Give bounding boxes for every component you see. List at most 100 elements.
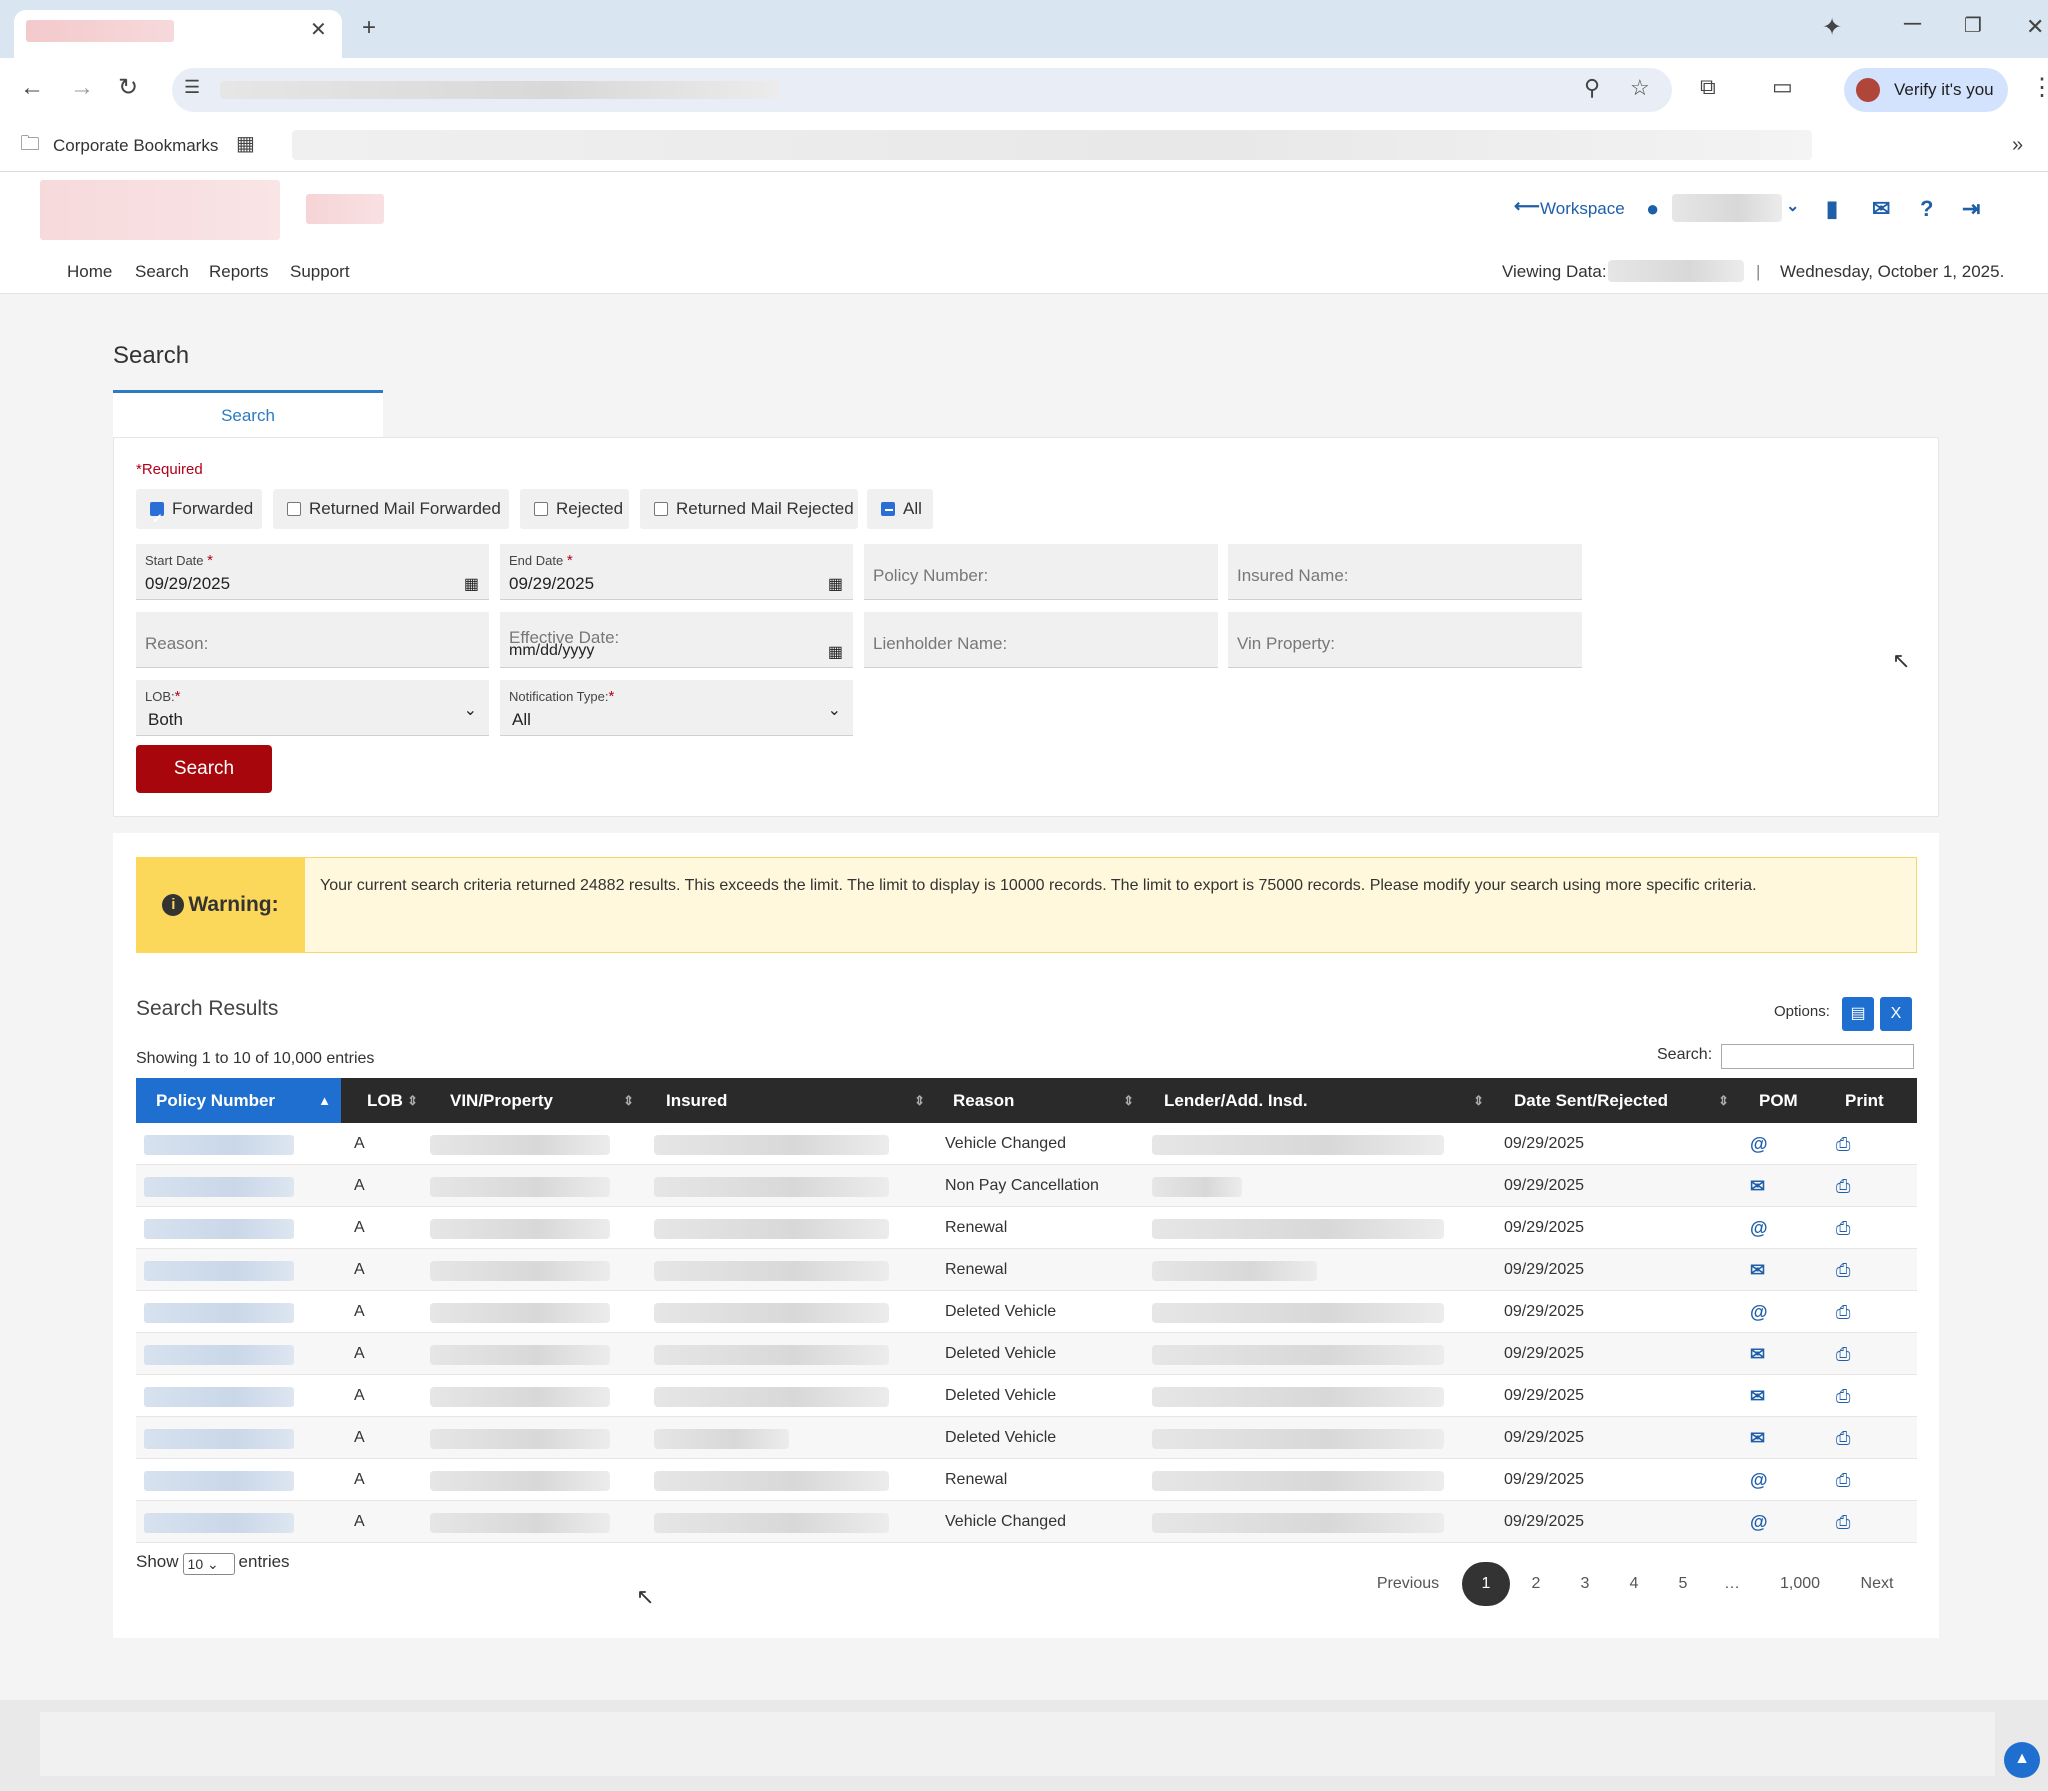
column-vin-property[interactable]: VIN/Property ⇕	[428, 1078, 644, 1123]
search-button[interactable]: Search	[136, 745, 272, 793]
cast-icon[interactable]: ▭	[1772, 76, 1793, 98]
nav-home[interactable]: Home	[67, 262, 112, 282]
pagination-page-1[interactable]: 1	[1462, 1562, 1510, 1606]
browser-tab[interactable]: ✕	[14, 10, 342, 58]
effective-date-field[interactable]: Effective Date: mm/dd/yyyy ▦	[500, 612, 853, 668]
export-excel-button[interactable]: X	[1880, 997, 1912, 1031]
zoom-icon[interactable]: ⚲	[1584, 77, 1600, 99]
extensions-icon[interactable]: ⧉	[1700, 76, 1716, 98]
tab-search[interactable]: Search	[113, 390, 383, 438]
email-at-icon[interactable]: @	[1750, 1501, 1768, 1543]
logout-icon[interactable]: ⇥	[1962, 196, 1980, 222]
insured-name-field[interactable]: Insured Name:	[1228, 544, 1582, 600]
policy-number-link-redacted[interactable]	[144, 1429, 294, 1449]
column-insured[interactable]: Insured ⇕	[644, 1078, 935, 1123]
site-info-icon[interactable]: ☰	[184, 78, 200, 96]
checkbox-unchecked-icon[interactable]	[534, 502, 548, 516]
email-at-icon[interactable]: @	[1750, 1291, 1768, 1333]
calendar-icon[interactable]: ▦	[464, 574, 479, 594]
checkbox-unchecked-icon[interactable]	[287, 502, 301, 516]
envelope-icon[interactable]: ✉	[1872, 196, 1890, 222]
checkbox-returned-mail-rejected[interactable]: Returned Mail Rejected	[640, 489, 858, 529]
bookmarks-folder[interactable]: Corporate Bookmarks	[53, 136, 218, 156]
lob-select[interactable]: LOB:* Both ⌄	[136, 680, 489, 736]
email-at-icon[interactable]: @	[1750, 1459, 1768, 1501]
notification-type-select[interactable]: Notification Type:* All ⌄	[500, 680, 853, 736]
checkbox-checked-icon[interactable]	[150, 499, 164, 539]
pagination-page-4[interactable]: 4	[1618, 1562, 1650, 1606]
policy-number-link-redacted[interactable]	[144, 1513, 294, 1533]
entries-select[interactable]: 10 ⌄	[182, 1553, 235, 1575]
checkbox-returned-mail-forwarded[interactable]: Returned Mail Forwarded	[273, 489, 509, 529]
printer-icon[interactable]: ⎙	[1836, 1459, 1850, 1501]
calendar-icon[interactable]: ▦	[828, 574, 843, 594]
checkbox-all[interactable]: All	[867, 489, 933, 529]
printer-icon[interactable]: ⎙	[1836, 1291, 1850, 1333]
email-at-icon[interactable]: @	[1750, 1207, 1768, 1249]
help-icon[interactable]: ?	[1920, 196, 1933, 222]
nav-reports[interactable]: Reports	[209, 262, 269, 282]
printer-icon[interactable]: ⎙	[1836, 1123, 1850, 1165]
pagination-page-5[interactable]: 5	[1667, 1562, 1699, 1606]
book-icon[interactable]: ▮	[1826, 196, 1838, 222]
column-date-sent[interactable]: Date Sent/Rejected ⇕	[1494, 1078, 1739, 1123]
new-tab-icon[interactable]: +	[362, 16, 376, 40]
chevron-down-icon[interactable]: ⌄	[1786, 196, 1799, 216]
export-pdf-button[interactable]: ▤	[1842, 997, 1874, 1031]
minimize-icon[interactable]: ─	[1904, 12, 1921, 36]
verify-profile-button[interactable]: Verify it's you	[1844, 68, 2008, 112]
column-policy-number[interactable]: Policy Number ▲	[136, 1078, 341, 1123]
envelope-open-icon[interactable]: ✉	[1750, 1417, 1765, 1459]
policy-number-link-redacted[interactable]	[144, 1345, 294, 1365]
policy-number-link-redacted[interactable]	[144, 1219, 294, 1239]
column-lob[interactable]: LOB ⇕	[341, 1078, 428, 1123]
close-tab-icon[interactable]: ✕	[310, 20, 327, 40]
policy-number-link-redacted[interactable]	[144, 1135, 294, 1155]
more-bookmarks-chevron[interactable]: »	[2012, 134, 2023, 157]
nav-search[interactable]: Search	[135, 262, 189, 282]
policy-number-link-redacted[interactable]	[144, 1261, 294, 1281]
policy-number-link-redacted[interactable]	[144, 1177, 294, 1197]
envelope-open-icon[interactable]: ✉	[1750, 1333, 1765, 1375]
checkbox-unchecked-icon[interactable]	[654, 502, 668, 516]
back-icon[interactable]: ←	[20, 76, 44, 100]
printer-icon[interactable]: ⎙	[1836, 1417, 1850, 1459]
envelope-open-icon[interactable]: ✉	[1750, 1375, 1765, 1417]
printer-icon[interactable]: ⎙	[1836, 1375, 1850, 1417]
apps-grid-icon[interactable]: ▦	[236, 134, 255, 154]
lienholder-name-field[interactable]: Lienholder Name:	[864, 612, 1218, 668]
pagination-page-last[interactable]: 1,000	[1770, 1562, 1830, 1606]
email-at-icon[interactable]: @	[1750, 1123, 1768, 1165]
address-bar[interactable]: ☰ ⚲ ☆	[172, 68, 1672, 112]
forward-icon[interactable]: →	[70, 76, 94, 100]
pagination-page-2[interactable]: 2	[1520, 1562, 1552, 1606]
calendar-icon[interactable]: ▦	[828, 642, 843, 662]
column-reason[interactable]: Reason ⇕	[935, 1078, 1144, 1123]
nav-support[interactable]: Support	[290, 262, 350, 282]
gemini-sparkle-icon[interactable]: ✦	[1822, 16, 1842, 40]
pagination-previous[interactable]: Previous	[1368, 1562, 1448, 1606]
pagination-page-3[interactable]: 3	[1569, 1562, 1601, 1606]
printer-icon[interactable]: ⎙	[1836, 1249, 1850, 1291]
printer-icon[interactable]: ⎙	[1836, 1501, 1850, 1543]
restore-icon[interactable]: ❐	[1964, 16, 1982, 36]
checkbox-rejected[interactable]: Rejected	[520, 489, 629, 529]
vin-property-field[interactable]: Vin Property:	[1228, 612, 1582, 668]
policy-number-field[interactable]: Policy Number:	[864, 544, 1218, 600]
close-window-icon[interactable]: ✕	[2026, 16, 2044, 38]
end-date-field[interactable]: End Date * 09/29/2025 ▦	[500, 544, 853, 600]
checkbox-forwarded[interactable]: Forwarded	[136, 489, 262, 539]
scroll-to-top-button[interactable]: ▲	[2004, 1742, 2040, 1778]
envelope-open-icon[interactable]: ✉	[1750, 1165, 1765, 1207]
policy-number-link-redacted[interactable]	[144, 1387, 294, 1407]
username-redacted[interactable]	[1672, 194, 1782, 222]
policy-number-link-redacted[interactable]	[144, 1303, 294, 1323]
policy-number-link-redacted[interactable]	[144, 1471, 294, 1491]
browser-menu-icon[interactable]: ⋮	[2030, 76, 2048, 100]
table-search-input[interactable]	[1721, 1044, 1914, 1069]
envelope-open-icon[interactable]: ✉	[1750, 1249, 1765, 1291]
column-lender[interactable]: Lender/Add. Insd. ⇕	[1144, 1078, 1494, 1123]
start-date-field[interactable]: Start Date * 09/29/2025 ▦	[136, 544, 489, 600]
printer-icon[interactable]: ⎙	[1836, 1333, 1850, 1375]
reload-icon[interactable]: ↻	[118, 76, 138, 100]
